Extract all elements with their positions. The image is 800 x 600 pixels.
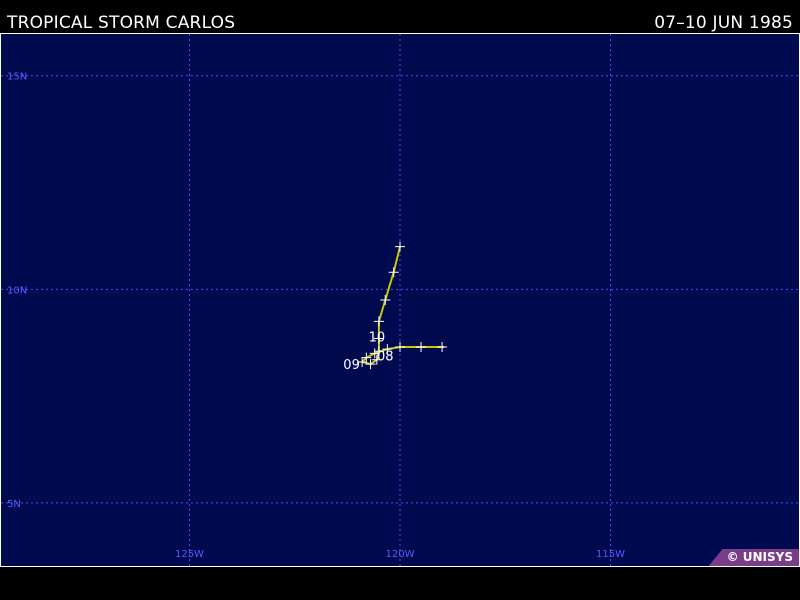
- lat-label: 10N: [7, 285, 27, 296]
- lat-label: 15N: [7, 72, 27, 83]
- lon-label: 115W: [596, 549, 625, 560]
- lon-label: 125W: [175, 549, 204, 560]
- date-range: 07–10 JUN 1985: [654, 13, 793, 33]
- storm-title: TROPICAL STORM CARLOS: [7, 13, 236, 33]
- track-map: 15N 10N 5N 125W 120W 115W 08 09 10: [0, 33, 800, 567]
- day-label: 10: [369, 330, 386, 345]
- day-label: 08: [377, 350, 394, 365]
- day-label: 09: [343, 358, 360, 373]
- lon-label: 120W: [386, 549, 415, 560]
- lat-label: 5N: [7, 499, 21, 510]
- unisys-credit: © UNISYS: [708, 549, 799, 566]
- storm-track-map-screen: TROPICAL STORM CARLOS 07–10 JUN 1985 15N…: [0, 0, 800, 600]
